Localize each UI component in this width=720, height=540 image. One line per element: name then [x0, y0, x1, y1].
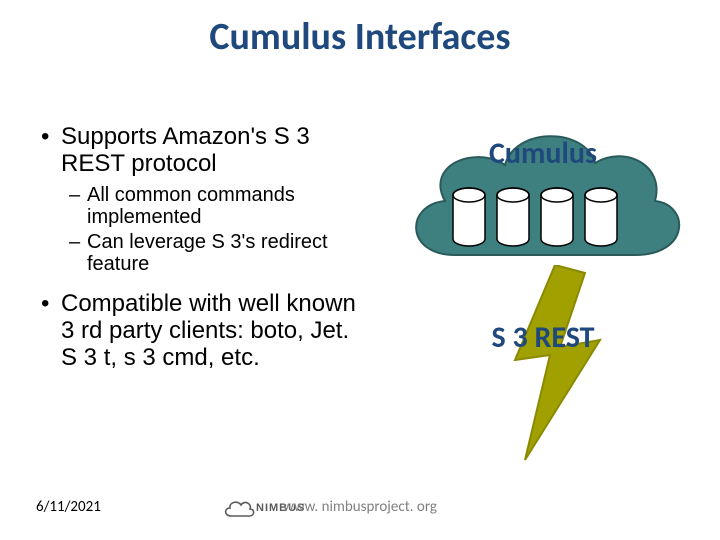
diagram: Cumulus [395, 115, 691, 475]
slide-title: Cumulus Interfaces [0, 14, 720, 60]
cylinder-icon [539, 187, 575, 247]
footer: 6/11/2021 NIMBUS www. nimbusproject. org [0, 486, 720, 522]
bullet-list: Supports Amazon's S 3 REST protocol All … [35, 124, 365, 378]
bullet-level1: Supports Amazon's S 3 REST protocol [35, 124, 365, 178]
bullet-level2: Can leverage S 3's redirect feature [35, 231, 365, 276]
bullet-level1: Compatible with well known 3 rd party cl… [35, 291, 365, 372]
slide: Cumulus Interfaces Supports Amazon's S 3… [0, 0, 720, 540]
cylinder-icon [451, 187, 487, 247]
cylinder-icon [583, 187, 619, 247]
s3-rest-label: S 3 REST [395, 319, 691, 356]
cloud-label: Cumulus [395, 135, 691, 172]
cylinder-icon [495, 187, 531, 247]
lightning-bolt-icon [495, 265, 615, 465]
footer-url: www. nimbusproject. org [0, 498, 720, 516]
bullet-level2: All common commands implemented [35, 184, 365, 229]
cylinder-row [451, 187, 651, 247]
spacer [35, 277, 365, 291]
